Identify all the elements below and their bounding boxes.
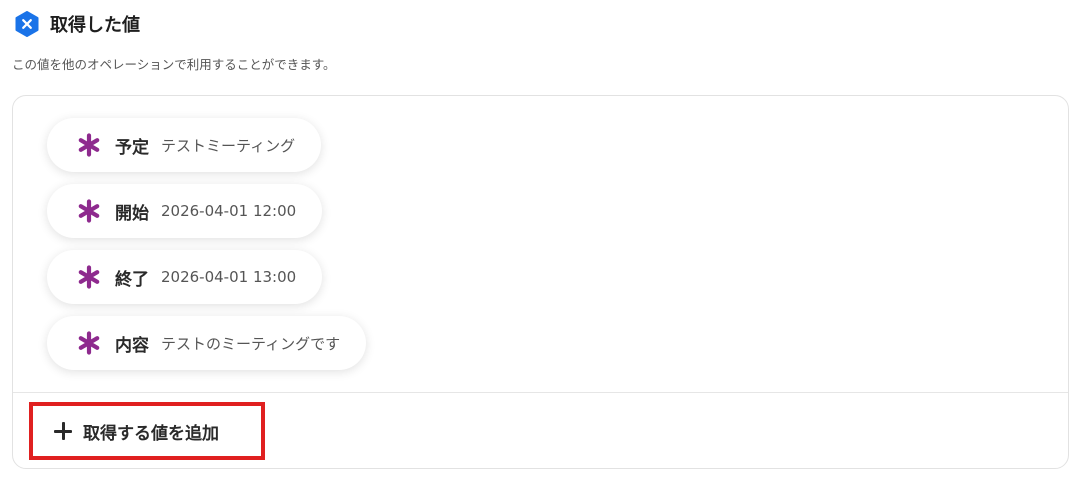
- asterisk-icon: [77, 199, 101, 223]
- value-chip-naiyo[interactable]: 内容 テストのミーティングです: [47, 316, 367, 370]
- divider: [13, 392, 1068, 393]
- value-chip-shuryo[interactable]: 終了 2026-04-01 13:00: [47, 250, 323, 304]
- chip-value: 2026-04-01 12:00: [161, 202, 297, 220]
- asterisk-icon: [77, 133, 101, 157]
- value-chip-yotei[interactable]: 予定 テストミーティング: [47, 118, 322, 172]
- add-value-label: 取得する値を追加: [83, 423, 219, 444]
- values-panel: 予定 テストミーティング 開始 2026-04-01 12:00 終了 2026…: [12, 95, 1069, 469]
- chip-label: 終了: [115, 269, 149, 290]
- section-header: 取得した値: [14, 11, 140, 37]
- value-chip-kaishi[interactable]: 開始 2026-04-01 12:00: [47, 184, 323, 238]
- chip-value: テストのミーティングです: [161, 334, 341, 353]
- x-hexagon-icon: [14, 11, 40, 37]
- section-description: この値を他のオペレーションで利用することができます。: [12, 57, 336, 72]
- chip-value: 2026-04-01 13:00: [161, 268, 297, 286]
- section-title: 取得した値: [50, 15, 140, 36]
- chip-label: 予定: [115, 137, 149, 158]
- chip-value: テストミーティング: [161, 136, 296, 155]
- chip-label: 内容: [115, 335, 149, 356]
- add-value-button[interactable]: 取得する値を追加: [29, 402, 265, 460]
- value-chip-list: 予定 テストミーティング 開始 2026-04-01 12:00 終了 2026…: [47, 118, 367, 382]
- asterisk-icon: [77, 265, 101, 289]
- asterisk-icon: [77, 331, 101, 355]
- plus-icon: [53, 421, 73, 441]
- chip-label: 開始: [115, 203, 149, 224]
